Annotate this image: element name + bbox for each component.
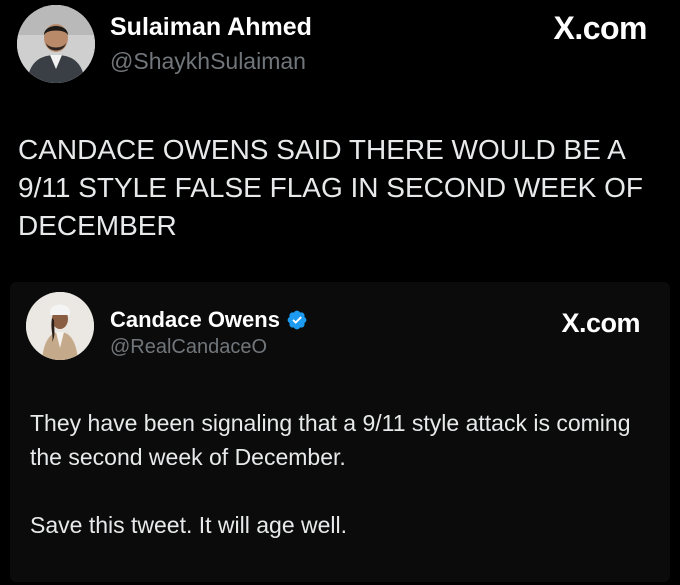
quoted-author-handle[interactable]: @RealCandaceO	[110, 336, 267, 359]
quoted-tweet-paragraph: They have been signaling that a 9/11 sty…	[30, 410, 631, 470]
quoted-tweet[interactable]: Candace Owens @RealCandaceO X.com They h…	[10, 282, 670, 582]
quoted-site-label: X.com	[561, 308, 640, 338]
outer-site-label: X.com	[553, 10, 647, 46]
quoted-tweet-text: They have been signaling that a 9/11 sty…	[30, 406, 650, 542]
quoted-author-avatar[interactable]	[26, 292, 94, 360]
quoted-author-name[interactable]: Candace Owens	[110, 307, 280, 333]
outer-tweet-text: CANDACE OWENS SAID THERE WOULD BE A 9/11…	[18, 134, 643, 241]
profile-photo-icon	[26, 292, 94, 360]
outer-author-handle[interactable]: @ShaykhSulaiman	[110, 48, 306, 75]
outer-author-avatar[interactable]	[17, 5, 95, 83]
verified-badge-icon	[287, 310, 307, 330]
outer-author-name[interactable]: Sulaiman Ahmed	[110, 13, 312, 42]
quoted-author-name-row[interactable]: Candace Owens	[110, 307, 308, 333]
outer-tweet: Sulaiman Ahmed @ShaykhSulaiman X.com CAN…	[0, 0, 680, 585]
profile-photo-icon	[17, 5, 95, 83]
quoted-tweet-paragraph: Save this tweet. It will age well.	[30, 512, 348, 538]
